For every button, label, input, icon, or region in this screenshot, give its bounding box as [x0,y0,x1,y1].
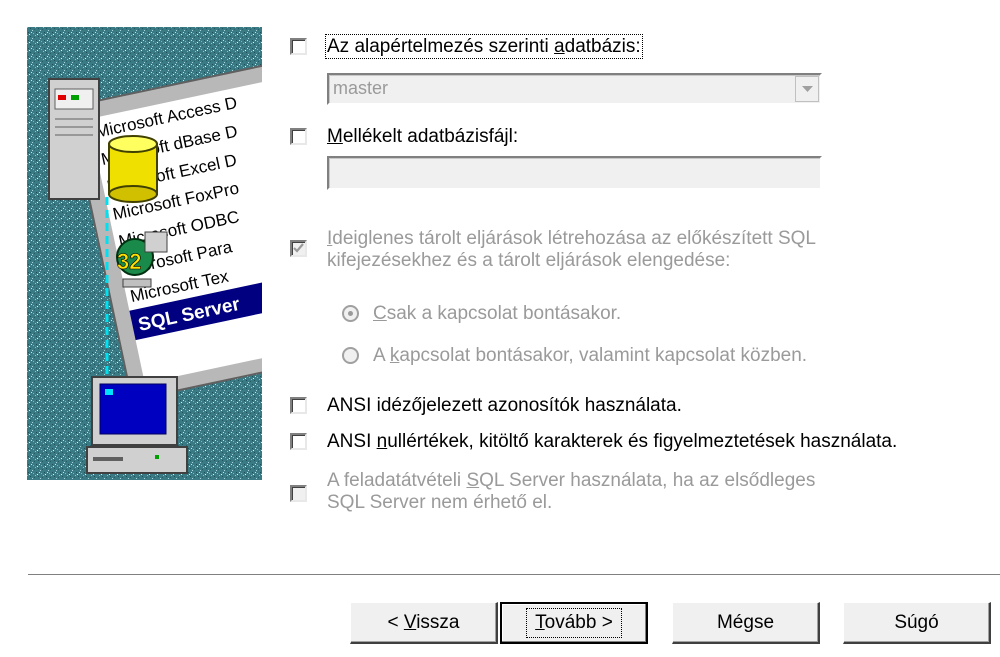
ansi-nulls-label[interactable]: ANSI nullértékek, kitöltő karakterek és … [327,431,897,453]
failover-checkbox[interactable] [290,485,307,502]
button-separator [28,574,1000,576]
back-button-label: < Vissza [387,611,460,633]
cancel-button[interactable]: Mégse [672,602,820,644]
illustration-graphic: Microsoft Access D Microsoft dBase D Mic… [27,27,262,480]
default-db-select-value: master [333,78,389,98]
help-button[interactable]: Súgó [843,602,991,644]
attach-file-input[interactable] [327,156,822,190]
default-db-label[interactable]: Az alapértelmezés szerinti adatbázis: [325,34,643,59]
default-db-checkbox[interactable] [290,38,307,55]
radio-disconnect-only-label[interactable]: Csak a kapcsolat bontásakor. [373,303,621,325]
ansi-quoted-checkbox[interactable] [290,397,307,414]
default-db-label-text: Az alapértelmezés szerinti adatbázis: [325,34,643,59]
wizard-illustration: Microsoft Access D Microsoft dBase D Mic… [27,27,262,480]
server-icon [48,78,100,200]
radio-disconnect-and-during[interactable] [342,347,359,364]
temp-procs-label[interactable]: Ideiglenes tárolt eljárások létrehozása … [327,228,816,272]
attach-file-label[interactable]: Mellékelt adatbázisfájl: [327,126,518,148]
chevron-down-icon[interactable] [795,76,819,102]
attach-file-checkbox[interactable] [290,128,307,145]
help-button-label: Súgó [894,611,939,633]
radio-disconnect-only[interactable] [342,305,359,322]
database-icon [108,135,158,203]
badge-number: 32 [117,249,141,274]
next-button[interactable]: Tovább > [500,602,648,644]
ansi-quoted-label[interactable]: ANSI idézőjelezett azonosítók használata… [327,395,682,417]
default-db-select[interactable]: master [327,73,822,105]
next-button-label: Tovább > [526,608,622,638]
cancel-button-label: Mégse [716,611,775,633]
radio-disconnect-and-during-label[interactable]: A kapcsolat bontásakor, valamint kapcsol… [373,345,807,367]
check-icon [293,243,304,253]
ansi-nulls-checkbox[interactable] [290,433,307,450]
client-computer-icon [86,376,188,474]
failover-label[interactable]: A feladatátvételi SQL Server használata,… [327,470,815,514]
radio-dot [348,311,353,316]
temp-procs-checkbox[interactable] [290,240,307,257]
back-button[interactable]: < Vissza [350,602,498,644]
